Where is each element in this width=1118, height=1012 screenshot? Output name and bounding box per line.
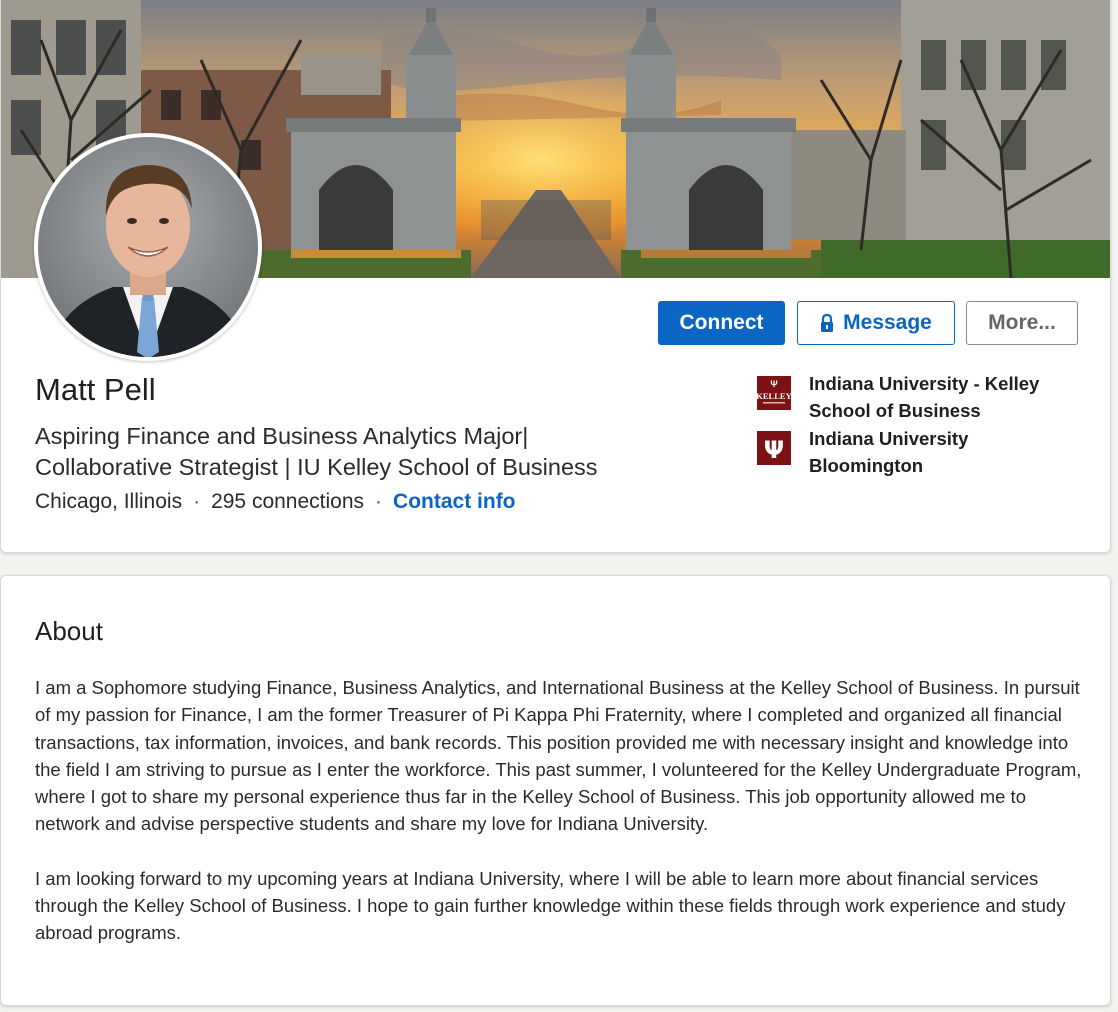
- education-name-iu-bloomington: Indiana University Bloomington: [809, 428, 969, 476]
- svg-text:Ψ: Ψ: [770, 379, 777, 389]
- kelley-logo-text: KELLEY: [757, 391, 791, 401]
- iu-trident-icon: Ψ: [757, 431, 791, 465]
- message-button[interactable]: Message: [797, 301, 955, 345]
- contact-info-link[interactable]: Contact info: [393, 490, 515, 513]
- meta-separator: ·: [375, 490, 383, 513]
- message-button-label: Message: [843, 311, 932, 334]
- connect-button[interactable]: Connect: [658, 301, 785, 345]
- connections-count[interactable]: 295 connections: [211, 490, 364, 513]
- profile-headline: Aspiring Finance and Business Analytics …: [35, 421, 695, 483]
- education-item-kelley[interactable]: Ψ KELLEY Indiana University - Kelley Sch…: [757, 370, 1097, 424]
- profile-photo: [38, 137, 258, 357]
- education-name-kelley: Indiana University - Kelley School of Bu…: [809, 373, 1040, 421]
- about-paragraph-2: I am looking forward to my upcoming year…: [35, 867, 1066, 944]
- about-paragraph-1: I am a Sophomore studying Finance, Busin…: [35, 677, 1082, 835]
- connect-button-label: Connect: [679, 311, 764, 334]
- kelley-logo-icon: Ψ KELLEY: [757, 376, 791, 410]
- profile-name: Matt Pell: [35, 372, 156, 407]
- meta-separator: ·: [193, 490, 201, 513]
- about-text: I am a Sophomore studying Finance, Busin…: [35, 674, 1085, 974]
- profile-location: Chicago, Illinois: [35, 490, 183, 513]
- avatar[interactable]: [34, 133, 262, 361]
- iu-trident-glyph: Ψ: [764, 436, 784, 464]
- profile-meta: Chicago, Illinois · 295 connections · Contac…: [35, 490, 516, 514]
- education-item-iu-bloomington[interactable]: Ψ Indiana University Bloomington: [757, 425, 1097, 479]
- headline-line-2: Collaborative Strategist | IU Kelley Sch…: [35, 454, 598, 480]
- lock-icon: [820, 313, 834, 333]
- headline-line-1: Aspiring Finance and Business Analytics …: [35, 423, 529, 449]
- more-button-label: More...: [988, 311, 1056, 334]
- about-card: About I am a Sophomore studying Finance,…: [0, 575, 1111, 1006]
- more-button[interactable]: More...: [966, 301, 1078, 345]
- about-title: About: [35, 616, 103, 646]
- profile-card: Connect Message More... Matt Pell Aspiri…: [0, 0, 1111, 553]
